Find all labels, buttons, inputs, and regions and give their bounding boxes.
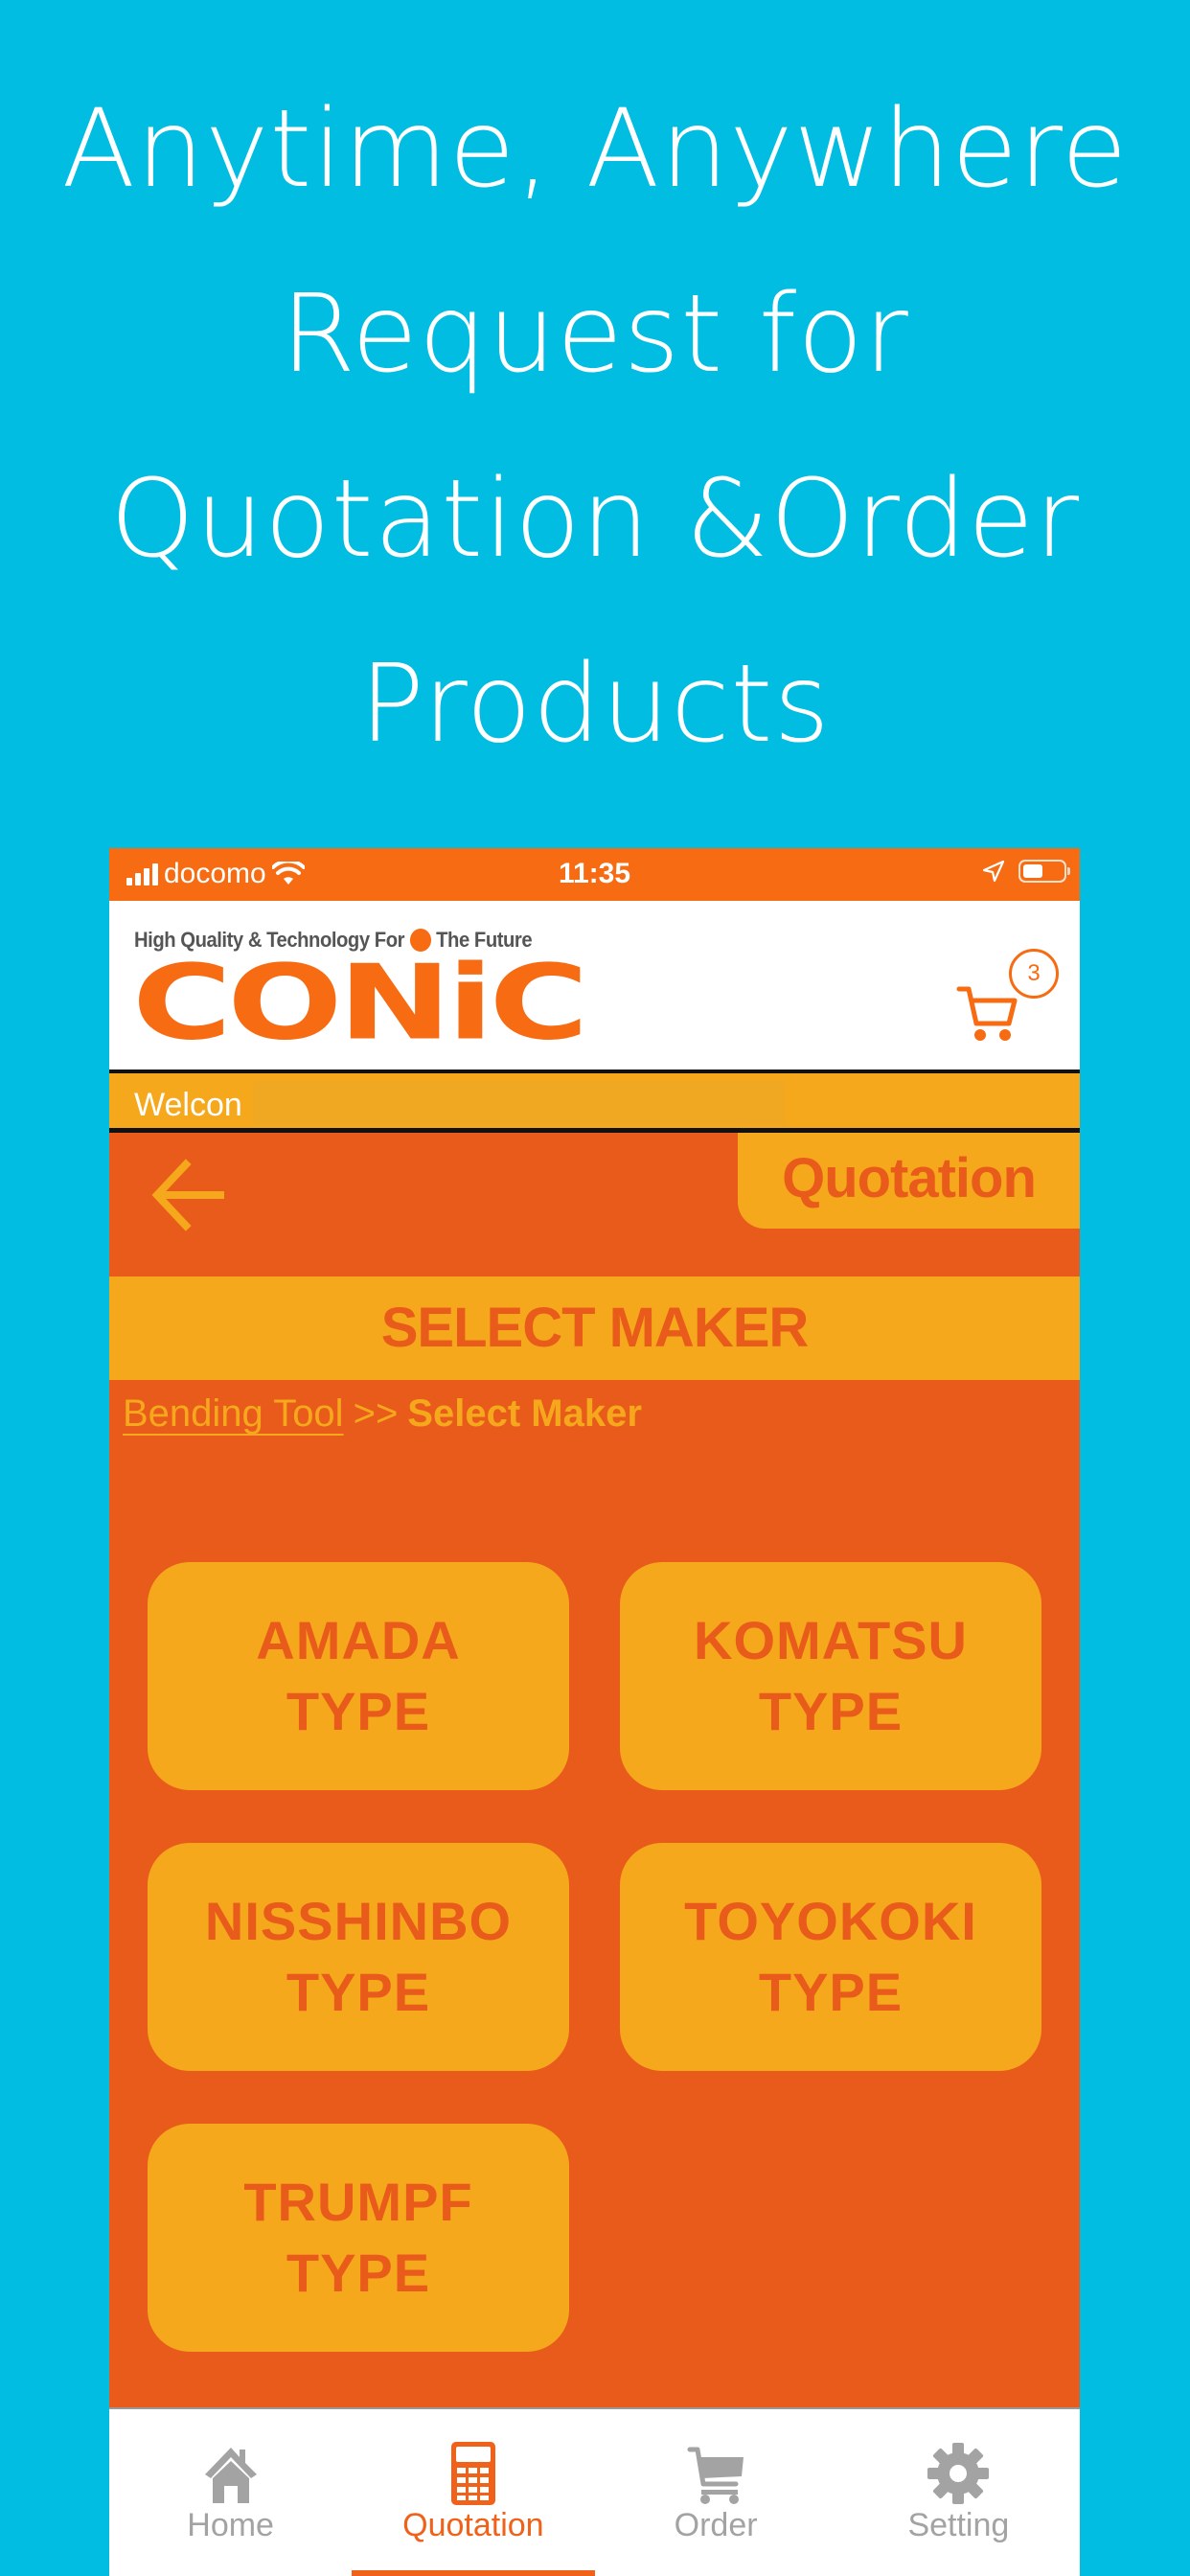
tab-label: Home (187, 2507, 274, 2543)
maker-button-komatsu[interactable]: KOMATSU TYPE (620, 1562, 1041, 1790)
page-title: Quotation (738, 1133, 1080, 1229)
headline-line: Anytime, Anywhere (61, 87, 1129, 212)
maker-name: TOYOKOKI (684, 1891, 977, 1951)
active-tab-indicator (352, 2570, 595, 2576)
maker-name: AMADA (256, 1610, 461, 1670)
arrow-left-icon (151, 1159, 224, 1231)
tab-order[interactable]: Order (595, 2409, 837, 2576)
maker-type: TYPE (286, 1962, 431, 2022)
header-cart-button[interactable]: 3 (953, 949, 1059, 1045)
tab-setting[interactable]: Setting (837, 2409, 1080, 2576)
maker-grid: AMADA TYPE KOMATSU TYPE NISSHINBO TYPE T… (148, 1562, 1041, 2352)
tab-quotation[interactable]: Quotation (352, 2409, 595, 2576)
maker-button-amada[interactable]: AMADA TYPE (148, 1562, 569, 1790)
maker-button-nisshinbo[interactable]: NISSHINBO TYPE (148, 1843, 569, 2071)
maker-type: TYPE (286, 1681, 431, 1741)
cart-count-badge: 3 (1009, 949, 1059, 999)
phone-screen: docomo 11:35 High Quality & Technology F… (109, 848, 1080, 2576)
status-bar: docomo 11:35 (109, 848, 1080, 901)
nav-bar: Quotation (109, 1133, 1080, 1262)
breadcrumb-current: Select Maker (407, 1392, 642, 1435)
maker-name: NISSHINBO (204, 1891, 513, 1951)
welcome-text: Welcon (134, 1087, 242, 1123)
tab-label: Order (674, 2507, 758, 2543)
maker-type: TYPE (758, 1962, 904, 2022)
breadcrumb: Bending Tool >> Select Maker (123, 1392, 642, 1436)
maker-type: TYPE (286, 2242, 431, 2303)
battery-icon (1018, 860, 1070, 883)
status-right (982, 860, 1070, 883)
gear-icon (927, 2443, 990, 2504)
breadcrumb-separator: >> (353, 1392, 399, 1435)
headline-line: Quotation &Order (110, 457, 1080, 582)
back-button[interactable] (148, 1157, 234, 1233)
maker-button-toyokoki[interactable]: TOYOKOKI TYPE (620, 1843, 1041, 2071)
home-icon (204, 2448, 257, 2503)
app-header: High Quality & Technology For The Future… (109, 901, 1080, 1073)
welcome-marquee (253, 1081, 785, 1125)
headline-line: Products (359, 642, 831, 767)
maker-name: KOMATSU (694, 1610, 968, 1670)
tab-home[interactable]: Home (109, 2409, 352, 2576)
section-title: SELECT MAKER (109, 1276, 1080, 1380)
location-arrow-icon (982, 860, 1005, 883)
maker-name: TRUMPF (243, 2172, 473, 2232)
maker-button-trumpf[interactable]: TRUMPF TYPE (148, 2124, 569, 2352)
calculator-icon (450, 2442, 495, 2505)
tab-label: Quotation (402, 2507, 544, 2543)
breadcrumb-link-bending-tool[interactable]: Bending Tool (123, 1392, 344, 1435)
status-time: 11:35 (558, 858, 631, 889)
headline-line: Request for (281, 272, 909, 397)
cart-icon (687, 2447, 744, 2504)
maker-type: TYPE (758, 1681, 904, 1741)
welcome-bar: Welcon (109, 1073, 1080, 1133)
conic-logo: CONiC (132, 943, 588, 1064)
promo-headline: Anytime, Anywhere Request for Quotation … (0, 58, 1190, 797)
tab-label: Setting (907, 2507, 1010, 2543)
tab-bar: Home Quotation Order Setting (109, 2407, 1080, 2576)
